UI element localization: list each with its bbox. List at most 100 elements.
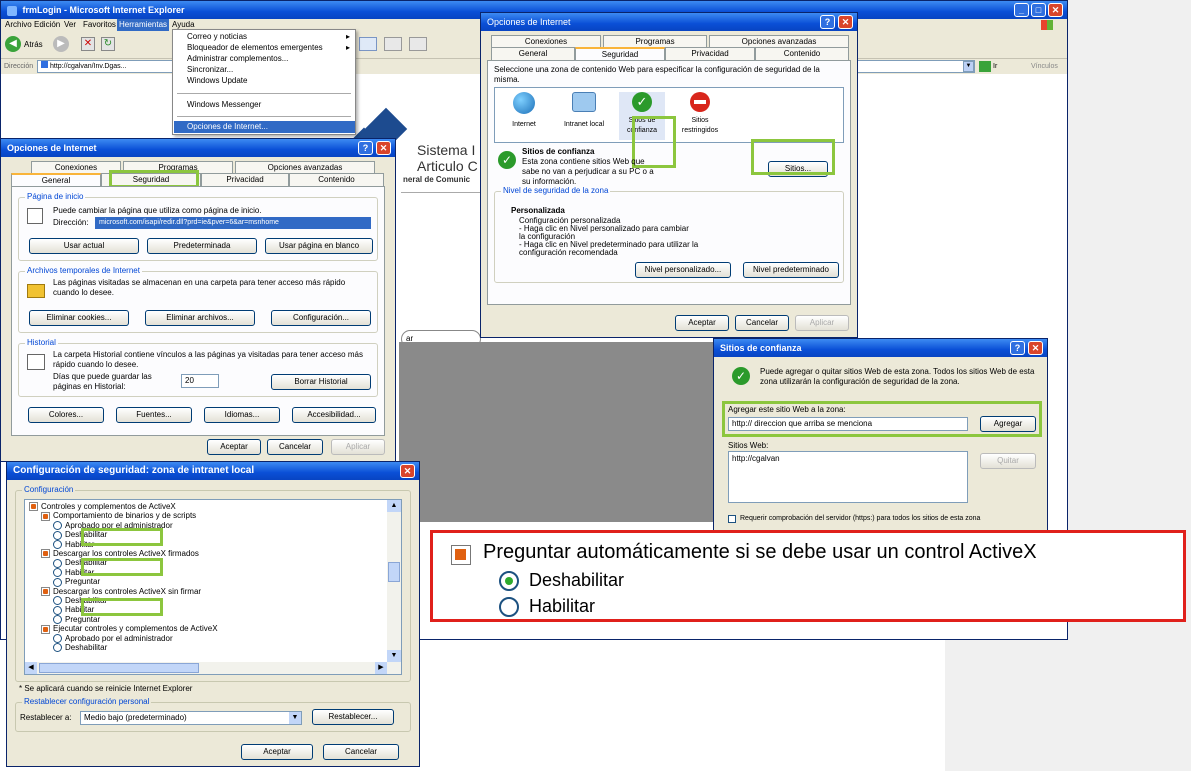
reset-button[interactable]: Restablecer...	[312, 709, 394, 725]
tree-heading[interactable]: Controles y complementos de ActiveX	[29, 502, 176, 512]
address-input[interactable]: http://cgalvan/Inv.Dgas...	[37, 60, 177, 73]
tree-heading[interactable]: Descargar los controles ActiveX firmados	[41, 549, 199, 559]
tree-heading[interactable]: Ejecutar controles y complementos de Act…	[41, 624, 218, 634]
tab-general[interactable]: General	[491, 47, 575, 60]
apply-button[interactable]: Aplicar	[331, 439, 385, 455]
help-button[interactable]: ?	[820, 15, 835, 29]
menu-item-correo[interactable]: Correo y noticias ▸	[173, 32, 355, 43]
scroll-h-thumb[interactable]	[39, 663, 199, 673]
apply-button[interactable]: Aplicar	[795, 315, 849, 331]
cancel-button[interactable]: Cancelar	[267, 439, 323, 455]
zone-internet[interactable]: Internet	[501, 92, 547, 140]
tree-radio-option[interactable]: Aprobado por el administrador	[53, 634, 173, 643]
tree-item-label: Controles y complementos de ActiveX	[41, 502, 176, 511]
ok-button[interactable]: Aceptar	[207, 439, 261, 455]
ok-button[interactable]: Aceptar	[675, 315, 729, 331]
delete-cookies-button[interactable]: Eliminar cookies...	[29, 310, 129, 326]
menu-item-sincronizar[interactable]: Sincronizar...	[173, 65, 355, 76]
settings-button[interactable]: Configuración...	[271, 310, 371, 326]
tab-contenido[interactable]: Contenido	[289, 173, 384, 186]
menu-favoritos[interactable]: Favoritos	[83, 19, 116, 31]
menu-item-bloqueador[interactable]: Bloqueador de elementos emergentes ▸	[173, 43, 355, 54]
zone-intranet[interactable]: Intranet local	[557, 92, 611, 140]
mail-icon[interactable]	[359, 37, 377, 51]
help-button[interactable]: ?	[1010, 341, 1025, 355]
remove-site-button[interactable]: Quitar	[980, 453, 1036, 469]
tree-radio-option[interactable]: Deshabilitar	[53, 643, 107, 653]
edit-icon[interactable]	[409, 37, 427, 51]
accessibility-button[interactable]: Accesibilidad...	[292, 407, 376, 423]
zone-instruction: Seleccione una zona de contenido Web par…	[494, 65, 820, 84]
close-button[interactable]: ✕	[376, 141, 391, 155]
go-label[interactable]: Ir	[993, 59, 997, 74]
menu-item-opciones-internet[interactable]: Opciones de Internet...	[174, 121, 355, 133]
tree-radio-option[interactable]: Preguntar	[53, 577, 100, 587]
tab-privacidad[interactable]: Privacidad	[665, 47, 755, 60]
tree-heading[interactable]: Descargar los controles ActiveX sin firm…	[41, 587, 201, 596]
menu-archivo[interactable]: Archivo	[5, 19, 32, 31]
zone-title: Sitios de confianza	[522, 147, 595, 156]
callout-radio-deshabilitar[interactable]	[499, 571, 519, 591]
tab-privacidad[interactable]: Privacidad	[201, 173, 289, 186]
zone-restricted[interactable]: Sitios restringidos	[677, 92, 723, 140]
tab-seguridad[interactable]: Seguridad	[575, 47, 665, 60]
close-button[interactable]: ✕	[1048, 3, 1063, 17]
links-label[interactable]: Vínculos	[1031, 59, 1058, 74]
close-button[interactable]: ✕	[400, 464, 415, 478]
address-input-right[interactable]	[853, 60, 975, 73]
use-default-button[interactable]: Predeterminada	[147, 238, 257, 254]
go-arrow-icon[interactable]	[979, 61, 991, 72]
require-https-checkbox[interactable]	[728, 515, 736, 523]
menu-item-windows-update[interactable]: Windows Update	[173, 76, 355, 87]
site-list[interactable]: http://cgalvan	[728, 451, 968, 503]
scroll-up-icon[interactable]: ▲	[387, 500, 401, 512]
menu-herramientas[interactable]: Herramientas	[117, 19, 170, 31]
menu-edicion[interactable]: Edición	[34, 19, 60, 31]
scroll-down-icon[interactable]: ▼	[387, 650, 401, 662]
delete-files-button[interactable]: Eliminar archivos...	[145, 310, 255, 326]
clear-history-button[interactable]: Borrar Historial	[271, 374, 371, 390]
scroll-left-icon[interactable]: ◀	[25, 662, 37, 674]
close-button[interactable]: ✕	[838, 15, 853, 29]
settings-tree[interactable]: Controles y complementos de ActiveX Compo…	[24, 499, 402, 675]
custom-level-button[interactable]: Nivel personalizado...	[635, 262, 731, 278]
menu-ver[interactable]: Ver	[64, 19, 76, 31]
horizontal-scrollbar[interactable]: ◀ ▶	[25, 662, 387, 674]
dropdown-arrow-icon[interactable]: ▼	[289, 712, 301, 724]
default-level-button[interactable]: Nivel predeterminado	[743, 262, 839, 278]
minimize-button[interactable]: _	[1014, 3, 1029, 17]
scroll-right-icon[interactable]: ▶	[375, 662, 387, 674]
cancel-button[interactable]: Cancelar	[735, 315, 789, 331]
maximize-button[interactable]: □	[1031, 3, 1046, 17]
back-label[interactable]: Atrás	[24, 40, 43, 49]
settings-icon	[29, 502, 38, 512]
languages-button[interactable]: Idiomas...	[204, 407, 280, 423]
back-arrow-icon[interactable]: ◀	[5, 36, 21, 52]
ok-button[interactable]: Aceptar	[241, 744, 313, 760]
tab-contenido[interactable]: Contenido	[755, 47, 849, 60]
fonts-button[interactable]: Fuentes...	[116, 407, 192, 423]
callout-radio-habilitar[interactable]	[499, 597, 519, 617]
vertical-scrollbar[interactable]: ▲ ▼	[387, 500, 401, 674]
tree-radio-option[interactable]: Preguntar	[53, 615, 100, 625]
menu-item-messenger[interactable]: Windows Messenger	[173, 100, 355, 111]
use-blank-button[interactable]: Usar página en blanco	[265, 238, 373, 254]
reset-select[interactable]: Medio bajo (predeterminado) ▼	[80, 711, 302, 725]
tree-heading[interactable]: Comportamiento de binarios y de scripts	[41, 511, 196, 521]
close-button[interactable]: ✕	[1028, 341, 1043, 355]
forward-arrow-icon[interactable]: ▶	[53, 36, 69, 52]
print-icon[interactable]	[384, 37, 402, 51]
use-current-button[interactable]: Usar actual	[29, 238, 139, 254]
scroll-thumb[interactable]	[388, 562, 400, 582]
tab-general[interactable]: General	[11, 173, 101, 186]
site-list-item[interactable]: http://cgalvan	[732, 454, 780, 464]
refresh-icon[interactable]: ↻	[101, 37, 115, 51]
help-button[interactable]: ?	[358, 141, 373, 155]
colors-button[interactable]: Colores...	[28, 407, 104, 423]
cancel-button[interactable]: Cancelar	[323, 744, 399, 760]
history-days-input[interactable]: 20	[181, 374, 219, 388]
address-dropdown-icon[interactable]: ▼	[963, 61, 974, 72]
menu-item-complementos[interactable]: Administrar complementos...	[173, 54, 355, 65]
stop-icon[interactable]: ✕	[81, 37, 95, 51]
home-address-input[interactable]: microsoft.com/isapi/redir.dll?prd=ie&pve…	[95, 217, 371, 229]
